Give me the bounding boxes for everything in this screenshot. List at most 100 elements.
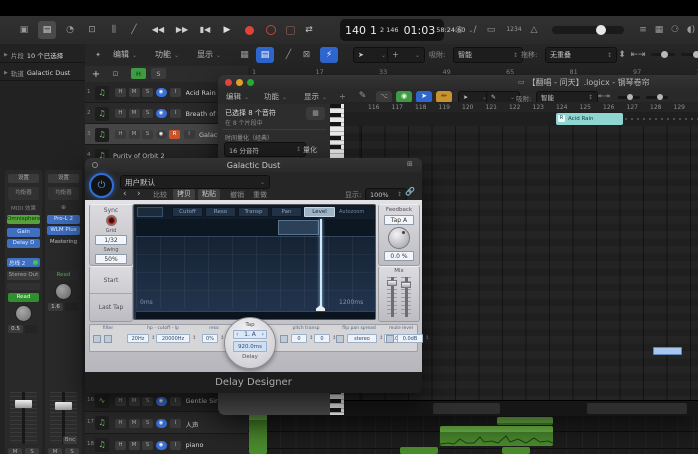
volume-value[interactable]: 0.5 <box>8 325 23 333</box>
strip-insert-slot[interactable]: Gain <box>7 228 40 237</box>
view-tab-cutoff[interactable]: Cutoff <box>172 207 203 217</box>
piano-key-black[interactable] <box>330 408 341 412</box>
solo-button[interactable]: S <box>142 109 153 118</box>
redo-button[interactable]: 重做 <box>253 190 267 200</box>
mute-button[interactable]: M <box>129 419 140 428</box>
menu-view[interactable]: 显示⌄ <box>197 49 221 60</box>
waveform-zoom-icon[interactable]: ⇤⇥ <box>631 47 645 63</box>
go-to-beginning-button[interactable]: ▮◀ <box>196 22 214 38</box>
compare-button[interactable]: 比较 <box>153 190 167 200</box>
solo-all-button[interactable]: S <box>151 68 166 79</box>
param-value[interactable]: 0.0dB <box>397 334 423 343</box>
cycle-loop-icon[interactable]: ⇄ <box>300 22 318 38</box>
piano-key-black[interactable] <box>330 145 341 149</box>
power-button[interactable]: ⏻ <box>89 173 114 198</box>
transport-lcd[interactable]: 140 1 2 146 01:03 58:24.60 ⌄ <box>340 19 444 41</box>
strip-group-slot[interactable] <box>7 283 40 290</box>
tap-time-value[interactable]: 920.0ms <box>233 341 267 352</box>
close-button[interactable] <box>225 79 232 86</box>
param-toggle[interactable] <box>280 335 288 343</box>
strip-output-slot[interactable]: Stereo Out <box>7 271 40 280</box>
zoom-slider-horizontal[interactable] <box>681 53 698 56</box>
record-enable-button[interactable]: ◉ <box>156 419 167 428</box>
input-monitor-button[interactable]: I <box>170 397 181 406</box>
strip-instrument-slot[interactable]: Omnisphere <box>7 215 40 224</box>
inspector-toggle-icon[interactable]: ▤ <box>38 21 56 39</box>
track-row[interactable]: 17♫HMS◉I人声 <box>85 412 248 434</box>
param-toggle[interactable] <box>93 335 101 343</box>
midi-region-green[interactable] <box>440 426 553 446</box>
pointer-tool-selector[interactable]: ➤⌄ <box>353 47 391 63</box>
midi-region-green[interactable] <box>497 417 553 425</box>
tool-icon[interactable]: ✦ <box>91 47 105 63</box>
strip-insert-slot[interactable]: Pro-L 2 <box>47 215 80 224</box>
view-tab-reso[interactable]: Reso <box>205 207 236 217</box>
master-volume-slider[interactable] <box>552 26 624 34</box>
strip-insert-slot[interactable]: WLM Plus <box>47 226 80 235</box>
volume-knob[interactable] <box>596 25 606 35</box>
zoom-slider-vertical[interactable] <box>618 96 640 99</box>
piano-key-black[interactable] <box>330 122 341 126</box>
solo-button[interactable]: S <box>142 130 153 139</box>
fader-cap[interactable] <box>55 402 72 410</box>
tap-display[interactable]: CutoffResoTranspPanLevelAutozoom 0ms 120… <box>133 204 376 320</box>
add-track-button[interactable]: + <box>89 67 103 81</box>
copy-button[interactable]: 拷贝 <box>173 189 195 200</box>
local-inspector-icon[interactable]: ▦ <box>306 107 325 120</box>
note-pads-icon[interactable]: ▦ <box>652 22 666 38</box>
midi-region-green[interactable] <box>249 414 267 454</box>
menu-edit[interactable]: 编辑⌄ <box>113 49 137 60</box>
param-stepper-icon[interactable]: ↕ <box>192 335 196 341</box>
mute-button[interactable]: M <box>129 397 140 406</box>
region-inspector-header[interactable]: ▶ 片段 10 个已选择 <box>4 50 82 60</box>
mute-button[interactable]: M <box>129 109 140 118</box>
strip-automation-button[interactable]: Read <box>8 293 39 302</box>
solo-button[interactable]: S <box>142 441 153 450</box>
disclosure-triangle-icon[interactable]: ▶ <box>4 52 8 58</box>
audio-output-icon[interactable]: ◖) <box>684 22 698 38</box>
record-enable-button[interactable]: ◉ <box>156 397 167 406</box>
midi-note[interactable] <box>653 347 682 355</box>
rewind-button[interactable]: ◀◀ <box>148 22 168 38</box>
pencil-icon[interactable]: ∕ <box>468 22 482 38</box>
hide-button[interactable]: H <box>115 109 126 118</box>
mixer-icon[interactable]: ⫼ <box>106 22 122 38</box>
hide-button[interactable]: H <box>115 88 126 97</box>
menu-functions[interactable]: 功能⌄ <box>264 91 287 102</box>
strip-setting-button[interactable]: 设置 <box>8 174 39 183</box>
zoom-button[interactable] <box>247 79 254 86</box>
param-toggle[interactable] <box>336 335 344 343</box>
tap-name-selector[interactable]: ‹ 1. A › <box>233 330 267 339</box>
hide-button[interactable]: H <box>115 130 126 139</box>
snap-selector[interactable]: 智能↕ <box>453 47 523 63</box>
menu-view[interactable]: 显示⌄ <box>304 91 327 102</box>
capture-icon[interactable] <box>283 23 297 37</box>
preset-prev-button[interactable]: ‹ <box>123 189 127 199</box>
preset-next-button[interactable]: › <box>137 189 141 199</box>
grid-view-icon[interactable]: ▦ <box>237 47 252 63</box>
input-monitor-button[interactable]: I <box>170 441 181 450</box>
bounce-button[interactable]: Bnc <box>63 436 77 444</box>
tap-grid[interactable] <box>136 236 375 308</box>
track-name[interactable]: piano <box>186 441 238 449</box>
tap-prev-arrow[interactable]: ‹ <box>236 331 238 338</box>
track-filter-icon[interactable]: ⊡ <box>109 68 122 80</box>
strip-insert-slot[interactable]: Delay D <box>7 239 40 248</box>
param-value[interactable]: 20Hz <box>127 334 149 343</box>
play-button[interactable]: ▶ <box>218 22 236 38</box>
start-button[interactable]: Start <box>90 267 132 294</box>
solo-button[interactable]: S <box>142 419 153 428</box>
dry-slider[interactable] <box>387 277 397 317</box>
catch-playhead-button[interactable]: ➤ <box>416 91 432 103</box>
input-monitor-button[interactable]: I <box>170 419 181 428</box>
solo-button[interactable]: S <box>142 88 153 97</box>
piano-roll-titlebar[interactable]: ▭ 【翻唱 - 问天】.logicx - 钢琴卷帘 <box>218 75 698 90</box>
midi-region-green[interactable] <box>502 447 530 454</box>
bell-icon[interactable]: ⚆ <box>668 22 682 38</box>
midi-region[interactable]: RAcid Rain <box>556 113 623 125</box>
plugin-titlebar[interactable]: Galactic Dust ⊞ <box>85 158 422 173</box>
strip-eq-display[interactable]: 均衡器 <box>48 187 79 200</box>
midi-plug-button[interactable]: ⌥ <box>376 91 392 103</box>
param-stepper-icon[interactable]: ↕ <box>379 335 383 341</box>
crossfade-icon[interactable]: ⊠ <box>299 47 314 63</box>
